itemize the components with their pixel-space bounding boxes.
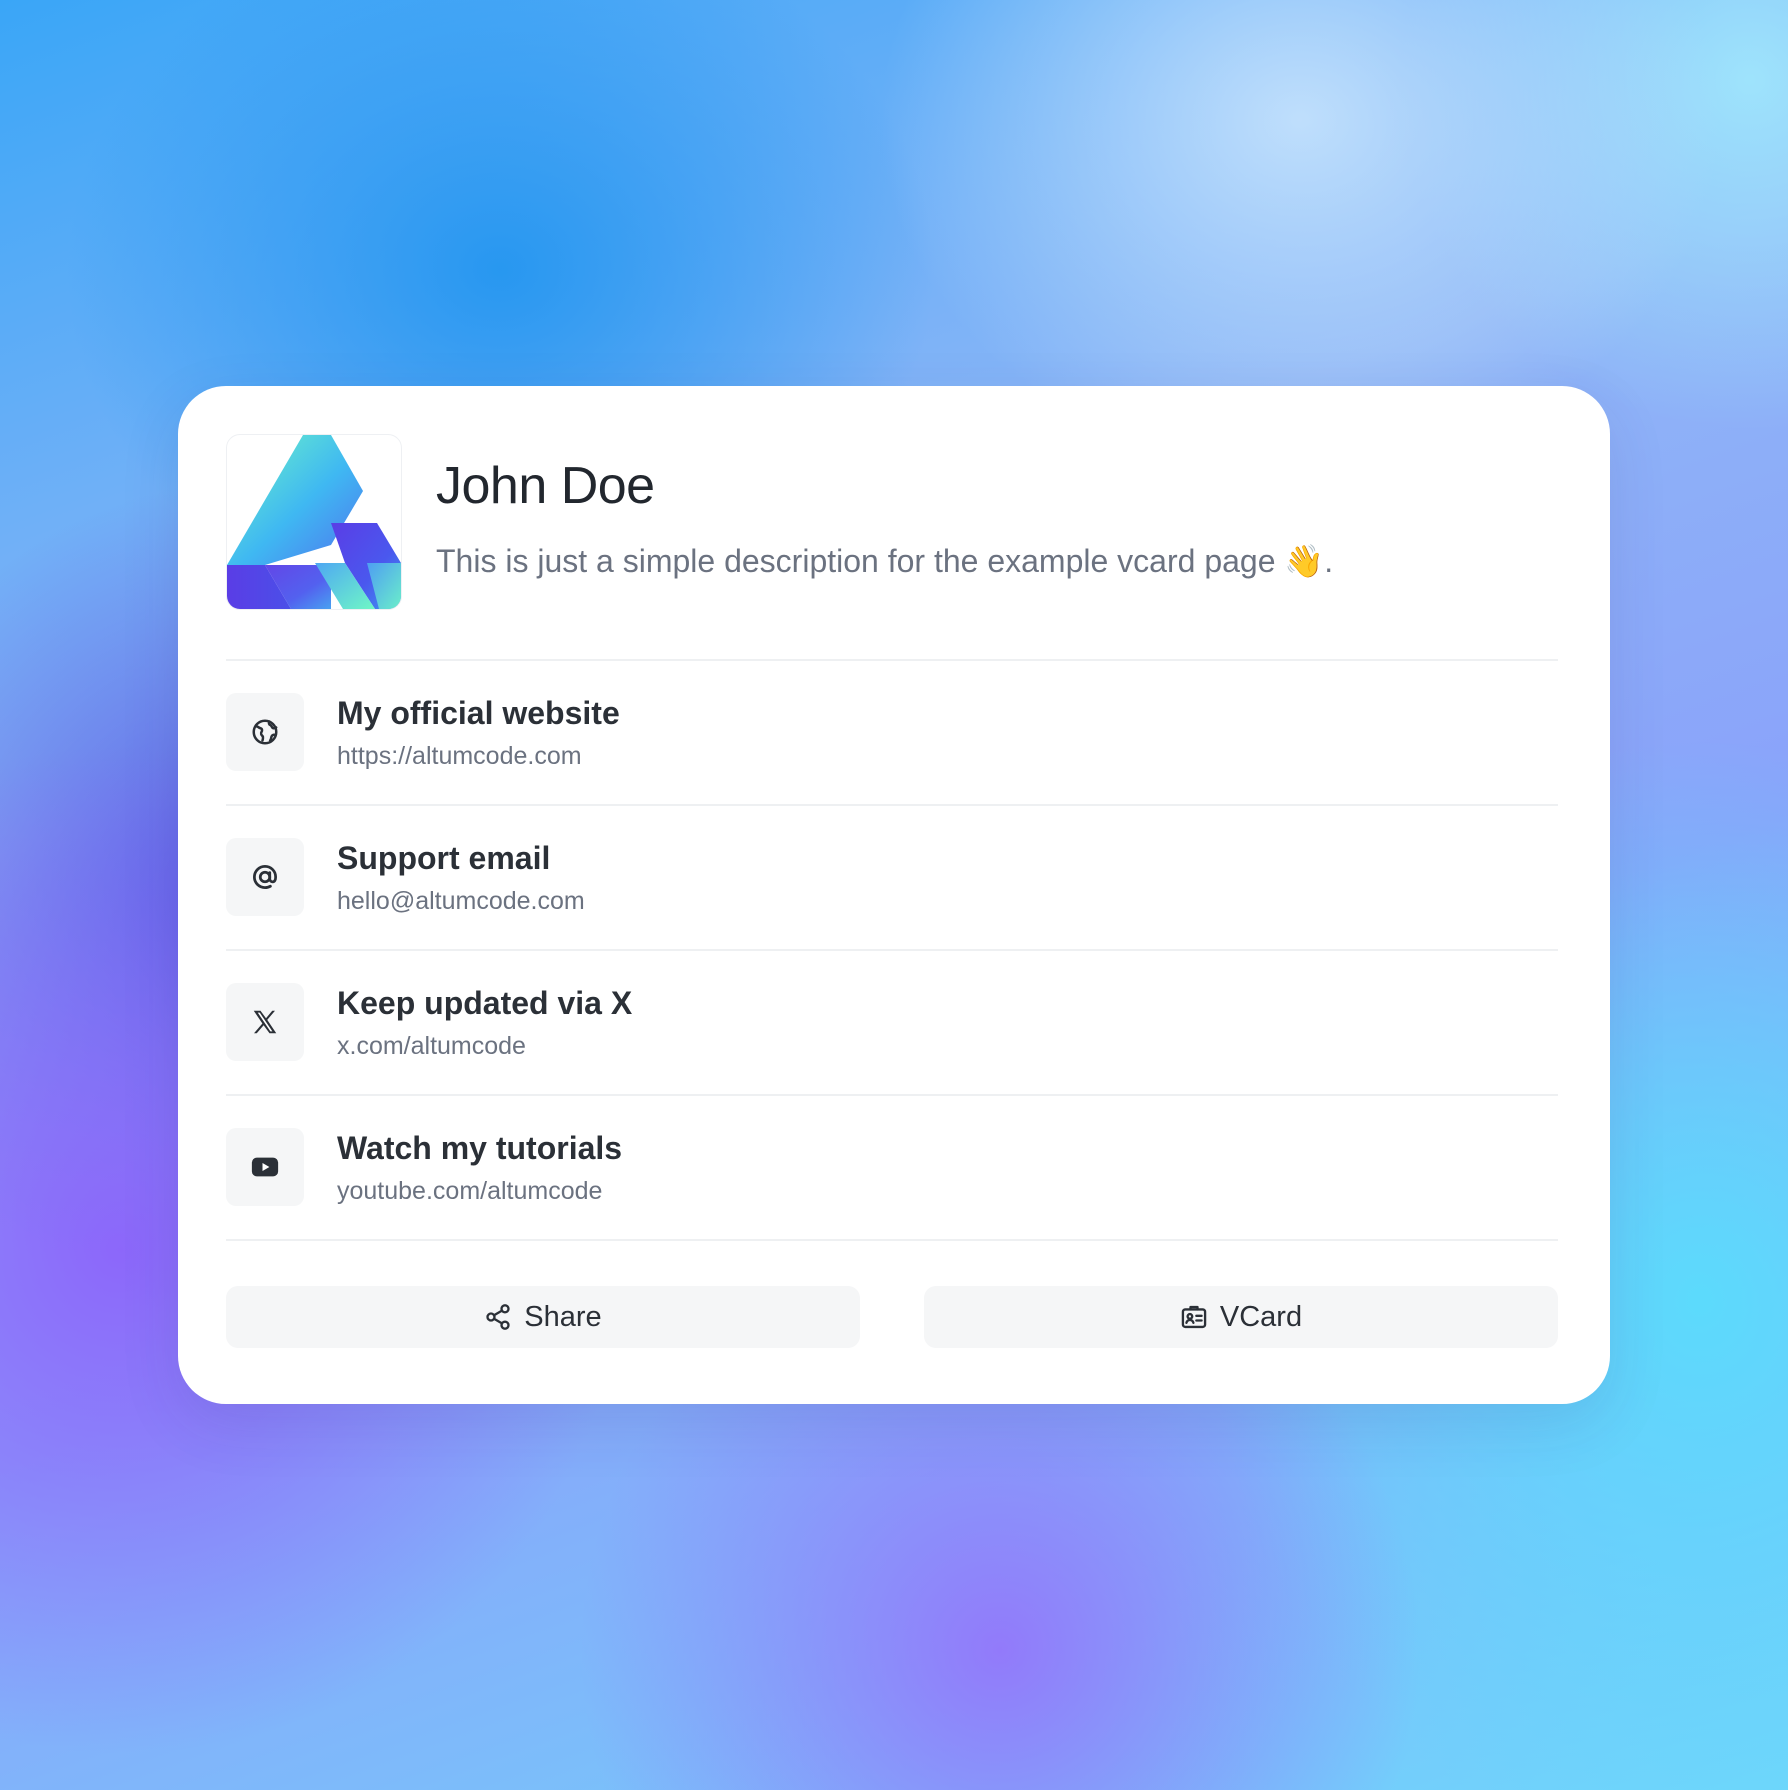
link-icon-box: [226, 693, 304, 771]
link-x[interactable]: Keep updated via X x.com/altumcode: [226, 951, 1558, 1096]
globe-icon: [252, 719, 278, 745]
link-url: x.com/altumcode: [337, 1032, 526, 1060]
link-icon-box: [226, 1128, 304, 1206]
share-icon: [486, 1304, 510, 1330]
links-list: My official website https://altumcode.co…: [226, 659, 1558, 1241]
link-url: youtube.com/altumcode: [337, 1177, 603, 1205]
brand-logo-icon: [227, 435, 401, 609]
profile-description: This is just a simple description for th…: [436, 543, 1334, 579]
link-support-email[interactable]: Support email hello@altumcode.com: [226, 806, 1558, 951]
action-buttons: Share VCard: [226, 1286, 1558, 1348]
link-website[interactable]: My official website https://altumcode.co…: [226, 661, 1558, 806]
vcard-button[interactable]: VCard: [924, 1286, 1558, 1348]
profile-name: John Doe: [436, 457, 655, 515]
profile-header: John Doe This is just a simple descripti…: [226, 434, 1558, 610]
link-youtube[interactable]: Watch my tutorials youtube.com/altumcode: [226, 1096, 1558, 1241]
link-title: My official website: [337, 695, 620, 731]
vcard-button-label: VCard: [1219, 1300, 1303, 1333]
x-logo-icon: [253, 1010, 277, 1034]
share-button-label: Share: [524, 1300, 602, 1333]
link-icon-box: [226, 838, 304, 916]
youtube-icon: [251, 1157, 279, 1177]
link-title: Keep updated via X: [337, 985, 633, 1021]
link-title: Watch my tutorials: [337, 1130, 623, 1166]
link-icon-box: [226, 983, 304, 1061]
link-title: Support email: [337, 840, 551, 876]
vcard-card: John Doe This is just a simple descripti…: [178, 386, 1610, 1404]
share-button[interactable]: Share: [226, 1286, 860, 1348]
contact-card-icon: [1181, 1305, 1207, 1329]
link-url: https://altumcode.com: [337, 742, 582, 770]
avatar: [226, 434, 402, 610]
at-sign-icon: [253, 865, 277, 889]
link-url: hello@altumcode.com: [337, 887, 585, 915]
